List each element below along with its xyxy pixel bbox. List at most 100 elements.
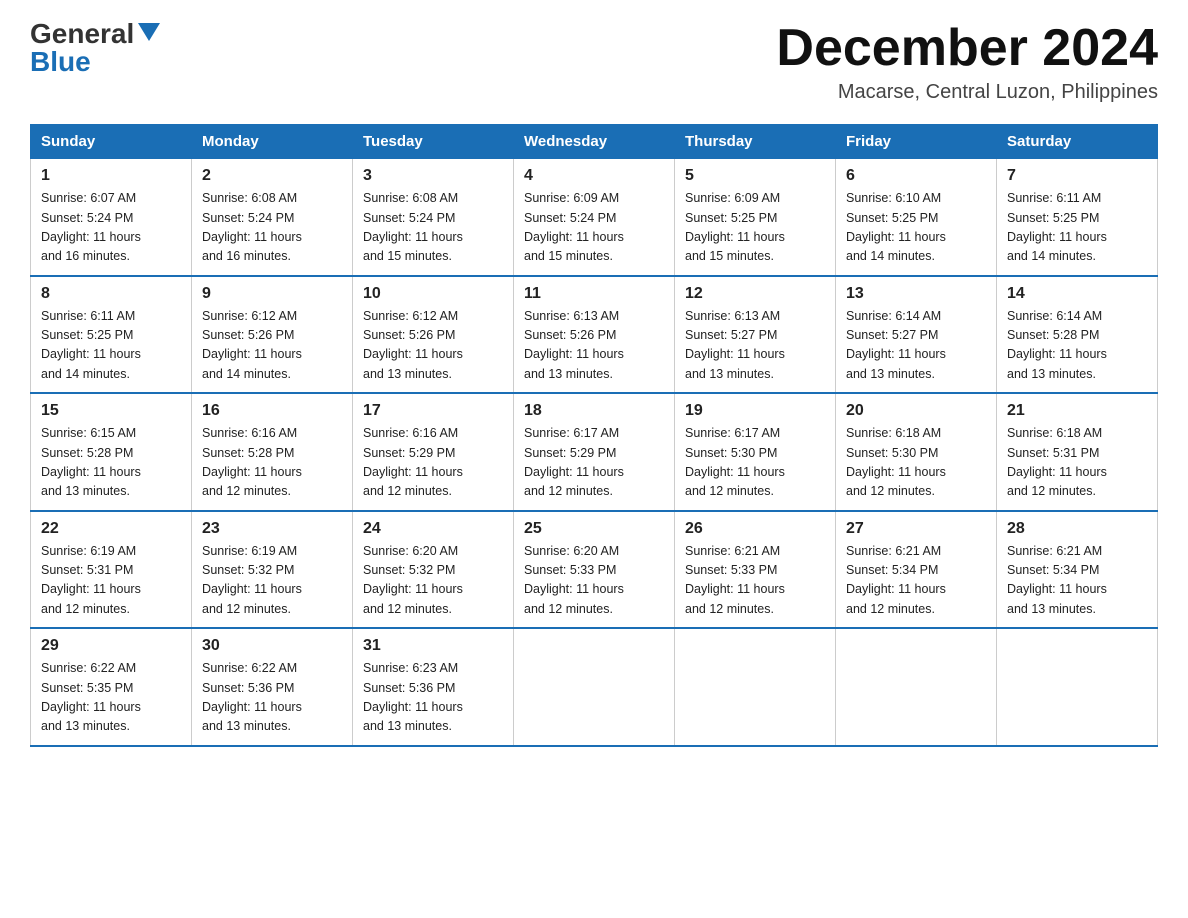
- daylight-minutes: and 12 minutes.: [685, 602, 774, 616]
- daylight-minutes: and 13 minutes.: [685, 367, 774, 381]
- sunset-label: Sunset: 5:36 PM: [202, 681, 294, 695]
- calendar-cell: 7 Sunrise: 6:11 AM Sunset: 5:25 PM Dayli…: [997, 159, 1158, 276]
- day-number: 16: [202, 402, 342, 420]
- day-number: 8: [41, 285, 181, 303]
- daylight-label: Daylight: 11 hours: [685, 582, 785, 596]
- day-of-week-header: Tuesday: [353, 125, 514, 159]
- sunset-label: Sunset: 5:30 PM: [846, 446, 938, 460]
- sunset-label: Sunset: 5:31 PM: [41, 563, 133, 577]
- day-number: 13: [846, 285, 986, 303]
- sunset-label: Sunset: 5:26 PM: [524, 328, 616, 342]
- calendar-cell: 30 Sunrise: 6:22 AM Sunset: 5:36 PM Dayl…: [192, 628, 353, 746]
- day-info: Sunrise: 6:13 AM Sunset: 5:27 PM Dayligh…: [685, 307, 825, 385]
- day-info: Sunrise: 6:14 AM Sunset: 5:28 PM Dayligh…: [1007, 307, 1147, 385]
- day-info: Sunrise: 6:21 AM Sunset: 5:34 PM Dayligh…: [846, 542, 986, 620]
- calendar-cell: 18 Sunrise: 6:17 AM Sunset: 5:29 PM Dayl…: [514, 393, 675, 511]
- day-number: 18: [524, 402, 664, 420]
- calendar-cell: 4 Sunrise: 6:09 AM Sunset: 5:24 PM Dayli…: [514, 159, 675, 276]
- day-info: Sunrise: 6:18 AM Sunset: 5:30 PM Dayligh…: [846, 424, 986, 502]
- day-number: 25: [524, 520, 664, 538]
- logo-general-text: General: [30, 20, 134, 48]
- day-number: 24: [363, 520, 503, 538]
- month-year-title: December 2024: [776, 20, 1158, 77]
- daylight-minutes: and 14 minutes.: [202, 367, 291, 381]
- daylight-minutes: and 15 minutes.: [524, 249, 613, 263]
- daylight-minutes: and 12 minutes.: [41, 602, 130, 616]
- daylight-minutes: and 13 minutes.: [41, 484, 130, 498]
- day-number: 20: [846, 402, 986, 420]
- calendar-cell: 8 Sunrise: 6:11 AM Sunset: 5:25 PM Dayli…: [31, 276, 192, 394]
- daylight-minutes: and 13 minutes.: [41, 719, 130, 733]
- day-number: 14: [1007, 285, 1147, 303]
- sunset-label: Sunset: 5:28 PM: [202, 446, 294, 460]
- sunset-label: Sunset: 5:36 PM: [363, 681, 455, 695]
- day-info: Sunrise: 6:23 AM Sunset: 5:36 PM Dayligh…: [363, 659, 503, 737]
- daylight-label: Daylight: 11 hours: [524, 230, 624, 244]
- daylight-minutes: and 16 minutes.: [202, 249, 291, 263]
- sunset-label: Sunset: 5:27 PM: [846, 328, 938, 342]
- daylight-label: Daylight: 11 hours: [41, 465, 141, 479]
- sunrise-label: Sunrise: 6:13 AM: [524, 309, 619, 323]
- sunset-label: Sunset: 5:35 PM: [41, 681, 133, 695]
- sunset-label: Sunset: 5:24 PM: [524, 211, 616, 225]
- day-number: 27: [846, 520, 986, 538]
- sunrise-label: Sunrise: 6:09 AM: [685, 191, 780, 205]
- daylight-minutes: and 12 minutes.: [524, 484, 613, 498]
- day-info: Sunrise: 6:09 AM Sunset: 5:25 PM Dayligh…: [685, 189, 825, 267]
- day-info: Sunrise: 6:21 AM Sunset: 5:33 PM Dayligh…: [685, 542, 825, 620]
- day-number: 29: [41, 637, 181, 655]
- sunrise-label: Sunrise: 6:13 AM: [685, 309, 780, 323]
- daylight-label: Daylight: 11 hours: [685, 347, 785, 361]
- location-subtitle: Macarse, Central Luzon, Philippines: [776, 81, 1158, 104]
- day-number: 28: [1007, 520, 1147, 538]
- sunrise-label: Sunrise: 6:17 AM: [685, 426, 780, 440]
- sunrise-label: Sunrise: 6:10 AM: [846, 191, 941, 205]
- day-number: 2: [202, 167, 342, 185]
- day-info: Sunrise: 6:20 AM Sunset: 5:32 PM Dayligh…: [363, 542, 503, 620]
- calendar-cell: 3 Sunrise: 6:08 AM Sunset: 5:24 PM Dayli…: [353, 159, 514, 276]
- day-info: Sunrise: 6:10 AM Sunset: 5:25 PM Dayligh…: [846, 189, 986, 267]
- day-info: Sunrise: 6:07 AM Sunset: 5:24 PM Dayligh…: [41, 189, 181, 267]
- calendar-cell: 21 Sunrise: 6:18 AM Sunset: 5:31 PM Dayl…: [997, 393, 1158, 511]
- sunset-label: Sunset: 5:24 PM: [202, 211, 294, 225]
- day-info: Sunrise: 6:18 AM Sunset: 5:31 PM Dayligh…: [1007, 424, 1147, 502]
- calendar-cell: [836, 628, 997, 746]
- calendar-week-row: 8 Sunrise: 6:11 AM Sunset: 5:25 PM Dayli…: [31, 276, 1158, 394]
- daylight-minutes: and 15 minutes.: [363, 249, 452, 263]
- calendar-cell: [997, 628, 1158, 746]
- day-number: 7: [1007, 167, 1147, 185]
- daylight-minutes: and 12 minutes.: [846, 484, 935, 498]
- day-number: 10: [363, 285, 503, 303]
- daylight-label: Daylight: 11 hours: [363, 347, 463, 361]
- daylight-label: Daylight: 11 hours: [202, 700, 302, 714]
- day-number: 1: [41, 167, 181, 185]
- calendar-cell: 23 Sunrise: 6:19 AM Sunset: 5:32 PM Dayl…: [192, 511, 353, 629]
- day-number: 19: [685, 402, 825, 420]
- daylight-minutes: and 13 minutes.: [524, 367, 613, 381]
- sunset-label: Sunset: 5:25 PM: [685, 211, 777, 225]
- sunrise-label: Sunrise: 6:08 AM: [202, 191, 297, 205]
- day-info: Sunrise: 6:08 AM Sunset: 5:24 PM Dayligh…: [363, 189, 503, 267]
- calendar-cell: [514, 628, 675, 746]
- daylight-label: Daylight: 11 hours: [202, 347, 302, 361]
- daylight-minutes: and 13 minutes.: [202, 719, 291, 733]
- sunrise-label: Sunrise: 6:18 AM: [1007, 426, 1102, 440]
- daylight-label: Daylight: 11 hours: [846, 347, 946, 361]
- day-info: Sunrise: 6:19 AM Sunset: 5:31 PM Dayligh…: [41, 542, 181, 620]
- calendar-week-row: 29 Sunrise: 6:22 AM Sunset: 5:35 PM Dayl…: [31, 628, 1158, 746]
- sunset-label: Sunset: 5:24 PM: [363, 211, 455, 225]
- calendar-cell: 24 Sunrise: 6:20 AM Sunset: 5:32 PM Dayl…: [353, 511, 514, 629]
- calendar-cell: 11 Sunrise: 6:13 AM Sunset: 5:26 PM Dayl…: [514, 276, 675, 394]
- day-info: Sunrise: 6:21 AM Sunset: 5:34 PM Dayligh…: [1007, 542, 1147, 620]
- calendar-cell: 9 Sunrise: 6:12 AM Sunset: 5:26 PM Dayli…: [192, 276, 353, 394]
- day-number: 23: [202, 520, 342, 538]
- day-of-week-header: Saturday: [997, 125, 1158, 159]
- day-number: 30: [202, 637, 342, 655]
- daylight-minutes: and 12 minutes.: [846, 602, 935, 616]
- sunset-label: Sunset: 5:29 PM: [363, 446, 455, 460]
- daylight-label: Daylight: 11 hours: [41, 582, 141, 596]
- daylight-minutes: and 13 minutes.: [1007, 367, 1096, 381]
- sunrise-label: Sunrise: 6:14 AM: [846, 309, 941, 323]
- day-info: Sunrise: 6:22 AM Sunset: 5:36 PM Dayligh…: [202, 659, 342, 737]
- day-number: 17: [363, 402, 503, 420]
